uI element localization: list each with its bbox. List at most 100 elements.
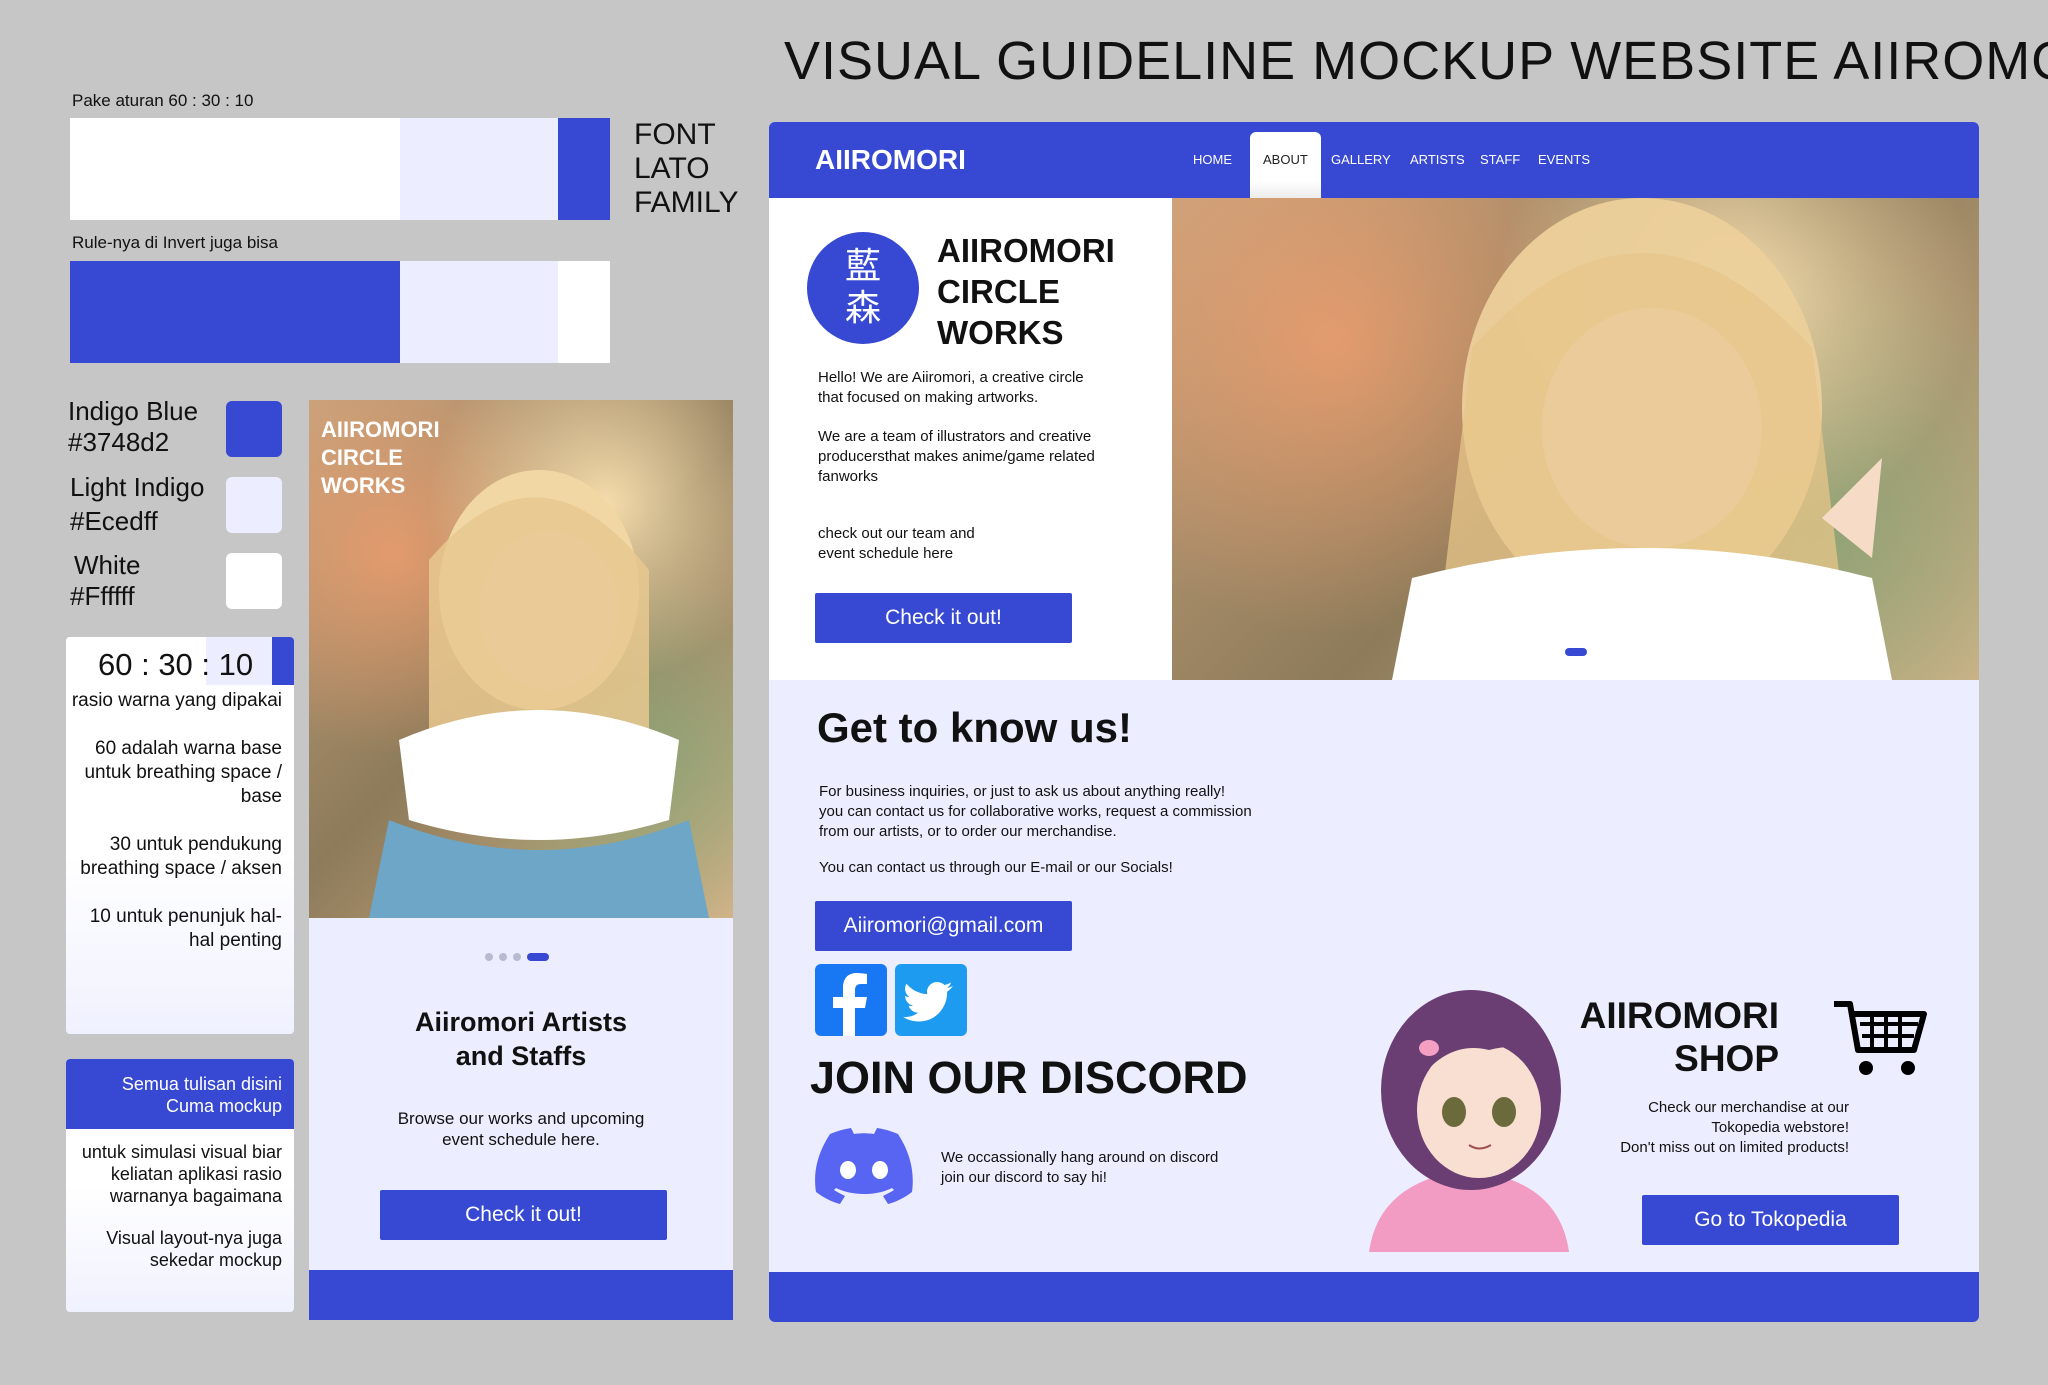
section-text-line: Browse our works and upcoming xyxy=(397,1109,645,1128)
mobile-hero-title: AIIROMORI CIRCLE WORKS xyxy=(321,416,440,500)
carousel-dot[interactable] xyxy=(485,953,493,961)
know-us-title: Get to know us! xyxy=(817,704,1132,751)
hero-character-illustration xyxy=(1392,198,1892,680)
section-title-line: Aiiromori Artists xyxy=(414,1007,628,1037)
hero-info-panel: 藍森 AIIROMORI CIRCLE WORKS Hello! We are … xyxy=(769,198,1172,680)
mobile-mockup: AIIROMORI CIRCLE WORKS Aiiromori Artists… xyxy=(309,400,733,1320)
color-code: #Ecedff xyxy=(70,506,158,536)
team-line: producersthat makes anime/game related xyxy=(818,448,1095,465)
email-button[interactable]: Aiiromori@gmail.com xyxy=(815,901,1072,951)
shop-line: Check our merchandise at our xyxy=(1648,1099,1849,1116)
font-line: FONT xyxy=(634,118,716,151)
ratio-note: 10 untuk penunjuk hal-hal penting xyxy=(89,906,282,951)
shop-line: Don't miss out on limited products! xyxy=(1620,1139,1849,1156)
discord-icon[interactable] xyxy=(815,1126,913,1206)
go-to-tokopedia-button[interactable]: Go to Tokopedia xyxy=(1642,1195,1899,1245)
nav-events[interactable]: EVENTS xyxy=(1538,152,1590,167)
font-line: LATO xyxy=(634,152,710,185)
nav-about[interactable]: ABOUT xyxy=(1263,152,1308,167)
hero-title-line: WORKS xyxy=(321,473,406,498)
hero-team-text: We are a team of illustrators and creati… xyxy=(818,427,1095,487)
team-line: We are a team of illustrators and creati… xyxy=(818,428,1092,445)
know-line: you can contact us for collaborative wor… xyxy=(819,803,1252,820)
intro-line: Hello! We are Aiiromori, a creative circ… xyxy=(818,369,1084,386)
hero-title-line: CIRCLE xyxy=(321,445,403,470)
ratio-note: rasio warna yang dipakai xyxy=(71,690,282,711)
invert-label: Rule-nya di Invert juga bisa xyxy=(72,233,279,252)
discord-line: join our discord to say hi! xyxy=(941,1169,1107,1186)
hero-intro: Hello! We are Aiiromori, a creative circ… xyxy=(818,368,1084,408)
carousel-dot[interactable] xyxy=(513,953,521,961)
hero-title-line: AIIROMORI xyxy=(321,417,440,442)
shop-title: AIIROMORI SHOP xyxy=(1569,994,1779,1080)
desktop-mockup: AIIROMORI HOME ABOUT GALLERY ARTISTS STA… xyxy=(769,122,1979,1322)
facebook-icon[interactable] xyxy=(815,964,887,1036)
mockup-note: Visual layout-nya juga sekedar mockup xyxy=(106,1228,282,1270)
inverted-ratio-bar xyxy=(70,261,610,363)
carousel-dot-active[interactable] xyxy=(527,953,549,961)
color-white: White #Ffffff xyxy=(70,550,140,612)
color-name: Light Indigo xyxy=(70,472,205,502)
mockup-note: untuk simulasi visual biar keliatan apli… xyxy=(81,1142,282,1206)
hero-check-it-out-button[interactable]: Check it out! xyxy=(815,593,1072,643)
hero-carousel-image xyxy=(1172,198,1979,680)
nav-artists[interactable]: ARTISTS xyxy=(1410,152,1465,167)
mobile-carousel-dots[interactable] xyxy=(485,953,549,961)
hero-carousel-dots[interactable] xyxy=(1517,648,1587,656)
nav-gallery[interactable]: GALLERY xyxy=(1331,152,1391,167)
shopping-cart-icon xyxy=(1832,998,1928,1078)
know-line: from our artists, or to order our mercha… xyxy=(819,823,1117,840)
shop-title-line: AIIROMORI xyxy=(1579,995,1779,1036)
section-text-line: event schedule here. xyxy=(442,1130,600,1149)
mascot-illustration xyxy=(1359,980,1579,1252)
rule-label: Pake aturan 60 : 30 : 10 xyxy=(72,91,254,110)
mobile-footer xyxy=(309,1270,733,1320)
know-line: For business inquiries, or just to ask u… xyxy=(819,783,1226,800)
ratio-note: 30 untuk pendukung breathing space / aks… xyxy=(80,834,282,879)
top-nav: AIIROMORI HOME ABOUT GALLERY ARTISTS STA… xyxy=(769,122,1979,202)
color-indigo-blue: Indigo Blue #3748d2 xyxy=(68,396,198,458)
intro-line: that focused on making artworks. xyxy=(818,389,1039,406)
desktop-footer xyxy=(769,1272,1979,1322)
color-light-indigo: Light Indigo #Ecedff xyxy=(70,472,204,537)
discord-line: We occassionally hang around on discord xyxy=(941,1149,1219,1166)
color-name: White xyxy=(74,550,141,580)
color-code: #Ffffff xyxy=(70,581,135,611)
ratio-notes-card: 60 : 30 : 10 rasio warna yang dipakai 60… xyxy=(66,637,294,1034)
mobile-check-it-out-button[interactable]: Check it out! xyxy=(380,1190,667,1240)
site-logo[interactable]: AIIROMORI xyxy=(815,144,966,176)
swatch-light-indigo xyxy=(226,477,282,533)
carousel-dot[interactable] xyxy=(1533,648,1541,656)
contact-text: You can contact us through our E-mail or… xyxy=(819,859,1173,876)
twitter-icon[interactable] xyxy=(895,964,967,1036)
schedule-line: event schedule here xyxy=(818,545,954,562)
page-title: VISUAL GUIDELINE MOCKUP WEBSITE AIIROMOR… xyxy=(784,31,2048,91)
mobile-section-title: Aiiromori Artists and Staffs xyxy=(309,1005,733,1073)
swatch-white xyxy=(226,553,282,609)
section-title-line: and Staffs xyxy=(455,1041,587,1071)
swatch-indigo-blue xyxy=(226,401,282,457)
font-label: FONT LATO FAMILY xyxy=(634,118,738,220)
nav-home[interactable]: HOME xyxy=(1193,152,1232,167)
nav-staff[interactable]: STAFF xyxy=(1480,152,1520,167)
shop-title-line: SHOP xyxy=(1674,1038,1779,1079)
hero-schedule-text: check out our team and event schedule he… xyxy=(818,524,975,564)
mockup-notes-card: Semua tulisan disini Cuma mockup untuk s… xyxy=(66,1059,294,1312)
team-line: fanworks xyxy=(818,468,879,485)
hero-title-line: CIRCLE xyxy=(937,273,1060,310)
ratio-bar xyxy=(70,118,610,220)
color-code: #3748d2 xyxy=(68,427,170,457)
discord-text: We occassionally hang around on discord … xyxy=(941,1148,1218,1188)
mockup-header: Semua tulisan disini Cuma mockup xyxy=(66,1059,294,1129)
ratio-title: 60 : 30 : 10 xyxy=(98,647,254,682)
kanji-logo: 藍森 xyxy=(807,232,919,344)
hero-title-line: AIIROMORI xyxy=(937,232,1115,269)
hero-title-line: WORKS xyxy=(937,314,1064,351)
carousel-dot[interactable] xyxy=(1549,648,1557,656)
mobile-section-text: Browse our works and upcoming event sche… xyxy=(309,1108,733,1150)
carousel-dot-active[interactable] xyxy=(1565,648,1587,656)
ratio-note: 60 adalah warna base untuk breathing spa… xyxy=(84,738,282,807)
discord-title: JOIN OUR DISCORD xyxy=(810,1052,1248,1103)
carousel-dot[interactable] xyxy=(1517,648,1525,656)
carousel-dot[interactable] xyxy=(499,953,507,961)
